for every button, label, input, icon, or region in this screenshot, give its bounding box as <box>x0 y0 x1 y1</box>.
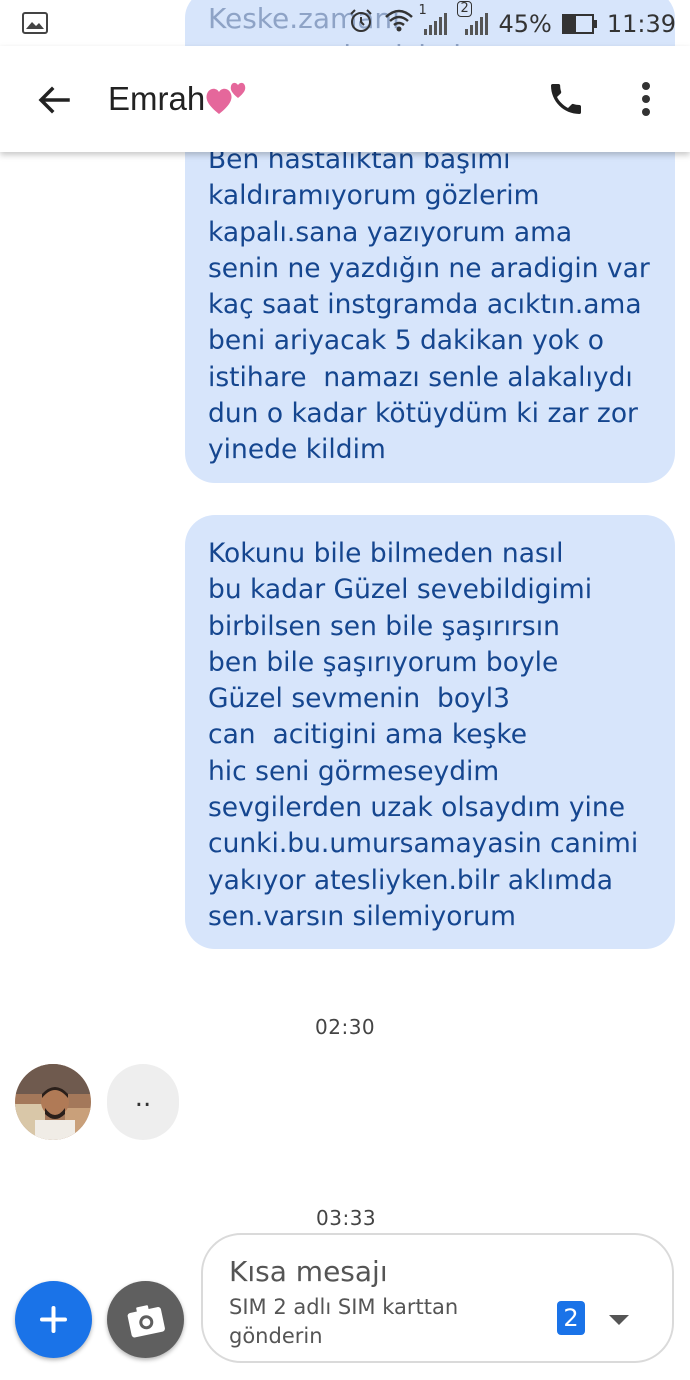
sim-send-hint: SIM 2 adlı SIM karttan gönderin <box>229 1295 459 1348</box>
outgoing-message-bubble[interactable]: Ben hastalıktan başımı kaldıramıyorum gö… <box>185 100 675 483</box>
sim1-signal-icon: 1 <box>418 3 448 35</box>
back-arrow-icon[interactable] <box>34 80 74 120</box>
camera-button[interactable] <box>107 1281 184 1358</box>
more-options-icon[interactable] <box>638 82 654 122</box>
battery-percent: 45% <box>498 10 552 38</box>
gallery-notification-icon <box>22 12 48 38</box>
camera-icon <box>127 1305 165 1338</box>
message-text: .. <box>134 1083 152 1113</box>
conversation-toolbar: Emrah <box>0 46 690 152</box>
sim-selector-badge[interactable]: 2 <box>557 1301 585 1335</box>
compose-placeholder: Kısa mesajı <box>229 1255 388 1288</box>
call-icon[interactable] <box>546 79 586 124</box>
message-text: Kokunu bile bilmeden nasıl bu kadar Güze… <box>208 538 639 932</box>
sim2-signal-icon: 2 <box>457 1 489 35</box>
timestamp: 02:30 <box>315 1015 376 1039</box>
alarm-icon <box>348 8 374 40</box>
contact-avatar[interactable] <box>15 1064 91 1140</box>
outgoing-message-bubble[interactable]: Kokunu bile bilmeden nasıl bu kadar Güze… <box>185 515 675 949</box>
add-attachment-button[interactable] <box>15 1281 92 1358</box>
message-text: Ben hastalıktan başımı kaldıramıyorum gö… <box>208 144 650 466</box>
battery-icon <box>561 14 597 34</box>
plus-icon <box>40 1306 67 1333</box>
wifi-icon <box>384 9 414 39</box>
message-compose-field[interactable]: Kısa mesajı SIM 2 adlı SIM karttan gönde… <box>201 1233 674 1363</box>
status-bar: 1 2 45% 11:39 <box>0 0 690 46</box>
incoming-message-bubble[interactable]: .. <box>107 1064 179 1140</box>
contact-name[interactable]: Emrah <box>108 80 205 118</box>
chevron-down-icon[interactable] <box>608 1313 630 1331</box>
timestamp: 03:33 <box>316 1206 377 1230</box>
hearts-emoji-icon <box>205 76 251 121</box>
clock: 11:39 <box>606 10 676 38</box>
